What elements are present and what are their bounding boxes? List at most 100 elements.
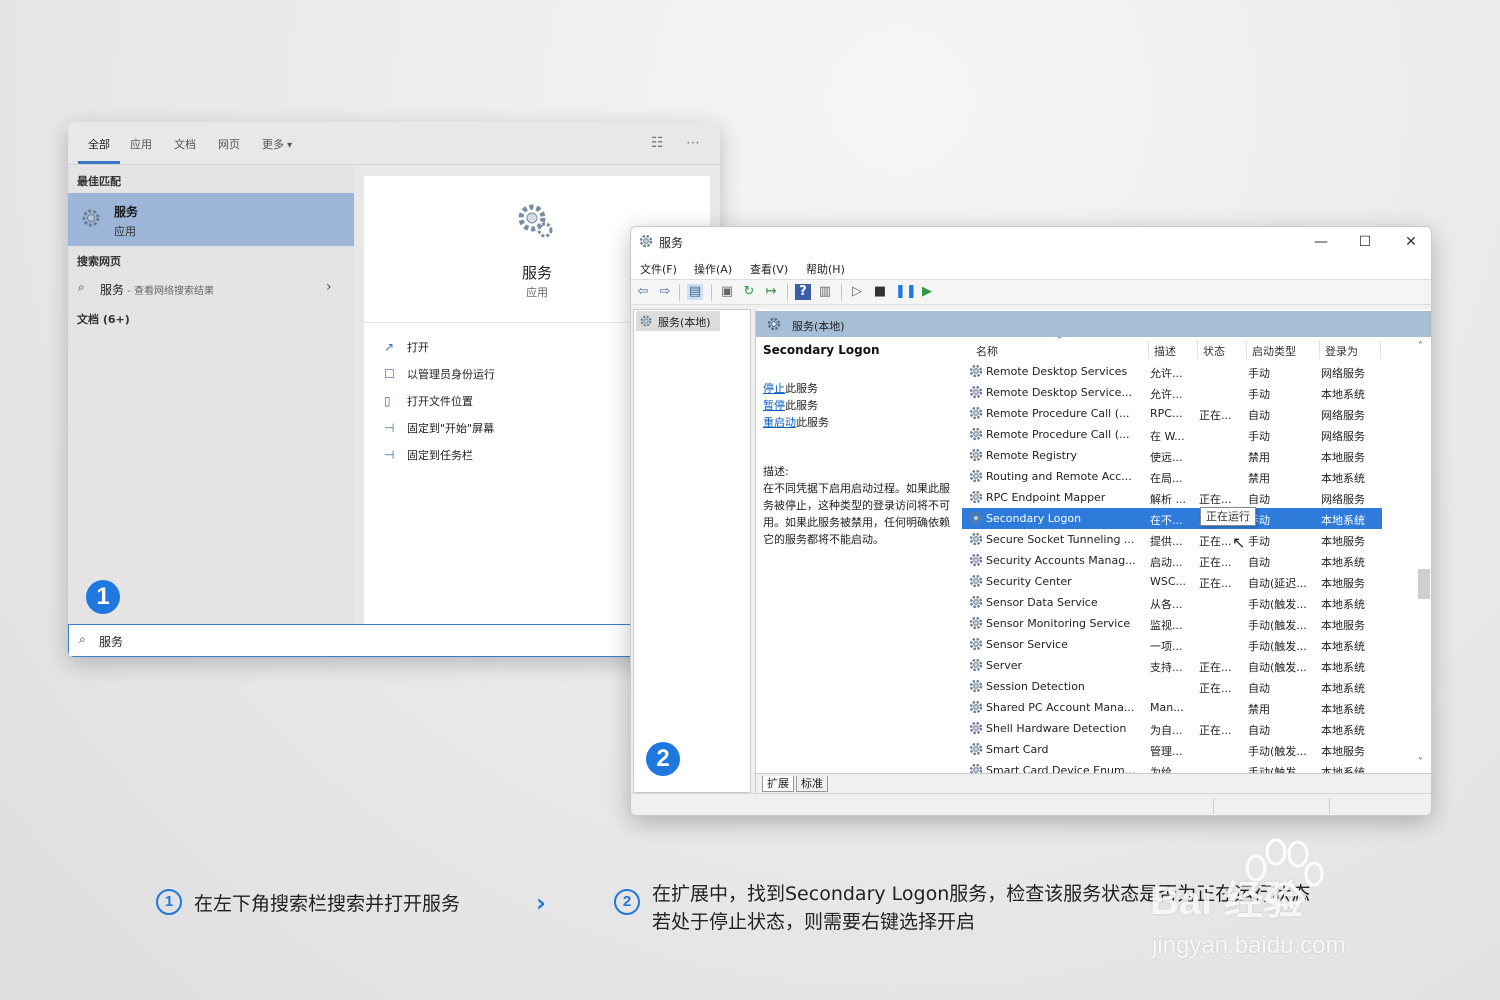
table-row[interactable]: Remote Desktop Services 允许... 手动 网络服务 xyxy=(962,361,1382,382)
tab-more[interactable]: 更多 xyxy=(262,136,292,152)
table-row[interactable]: Shell Hardware Detection 为自... 正在... 自动 本地系统 xyxy=(962,718,1382,739)
table-row[interactable]: Routing and Remote Acc... 在局... 禁用 本地系统 xyxy=(962,466,1382,487)
stop-service-row: 停止此服务 xyxy=(763,380,818,396)
table-row[interactable]: Security Center WSC... 正在... 自动(延迟... 本地服务 xyxy=(962,571,1382,592)
stop-service-link[interactable]: 停止 xyxy=(763,382,785,395)
shield-icon: ☐ xyxy=(384,367,395,381)
table-row[interactable]: Remote Procedure Call (... 在 W... 手动 网络服务 xyxy=(962,424,1382,445)
pause-service-link[interactable]: 暂停 xyxy=(763,399,785,412)
menu-view[interactable]: 查看(V) xyxy=(750,261,788,277)
column-status[interactable]: 状态 xyxy=(1203,343,1225,359)
export-list-icon[interactable]: ↦ xyxy=(763,284,779,300)
service-startup-type-cell: 手动(触发... xyxy=(1248,619,1307,632)
tree-item-services-local[interactable]: 服务(本地) xyxy=(636,311,720,331)
search-input[interactable] xyxy=(99,630,399,652)
scroll-down-icon[interactable]: ˅ xyxy=(1418,757,1423,768)
restart-service-icon[interactable]: ▶ xyxy=(919,284,935,300)
refresh-icon[interactable]: ↻ xyxy=(741,284,757,300)
menu-help[interactable]: 帮助(H) xyxy=(806,261,845,277)
close-icon[interactable]: ✕ xyxy=(1391,231,1431,253)
service-startup-type-cell: 手动 xyxy=(1248,367,1270,380)
service-name-cell: Remote Desktop Service... xyxy=(986,386,1132,399)
table-row[interactable]: Smart Card 管理... 手动(触发... 本地服务 xyxy=(962,739,1382,760)
show-hide-action-pane-icon[interactable]: ▥ xyxy=(817,284,833,300)
stop-service-icon[interactable]: ■ xyxy=(872,284,888,300)
service-logon-cell: 本地系统 xyxy=(1321,556,1365,569)
web-search-result[interactable]: ⌕ 服务 - 查看网络搜索结果 › xyxy=(68,278,354,300)
tab-web[interactable]: 网页 xyxy=(218,136,240,152)
service-logon-cell: 网络服务 xyxy=(1321,367,1365,380)
service-name-cell: Security Accounts Manag... xyxy=(986,554,1136,567)
service-name-cell: Sensor Data Service xyxy=(986,596,1098,609)
vertical-scrollbar[interactable]: ˄ ˅ xyxy=(1416,341,1431,771)
documents-heading[interactable]: 文档 (6+) xyxy=(77,311,130,327)
console-tree-icon[interactable]: ▤ xyxy=(687,284,703,300)
more-options-icon[interactable]: ⋯ xyxy=(686,135,700,151)
open-icon: ↗ xyxy=(384,340,395,354)
action-pin-to-start[interactable]: ⊣ 固定到"开始"屏幕 xyxy=(384,420,494,440)
service-gear-icon xyxy=(968,636,984,652)
table-row[interactable]: Sensor Data Service 从各... 手动(触发... 本地系统 xyxy=(962,592,1382,613)
column-log-on-as[interactable]: 登录为 xyxy=(1325,343,1358,359)
table-row[interactable]: Security Accounts Manag... 启动... 正在... 自动 本地… xyxy=(962,550,1382,571)
minimize-icon[interactable]: — xyxy=(1301,231,1341,253)
best-match-item[interactable]: 服务 应用 xyxy=(68,193,354,246)
table-row[interactable]: Remote Registry 使远... 禁用 本地服务 xyxy=(962,445,1382,466)
service-description-cell: 为给... xyxy=(1150,766,1183,773)
chevron-right-icon[interactable]: › xyxy=(326,279,332,295)
tab-standard[interactable]: 标准 xyxy=(796,776,828,792)
column-description[interactable]: 描述 xyxy=(1154,343,1176,359)
pane-header: 服务(本地) xyxy=(756,311,1431,337)
search-icon: ⌕ xyxy=(78,280,85,294)
scroll-up-icon[interactable]: ˄ xyxy=(1418,341,1423,352)
maximize-icon[interactable]: ☐ xyxy=(1345,231,1385,253)
services-window: 服务 — ☐ ✕ 文件(F) 操作(A) 查看(V) 帮助(H) ⇦ ⇨ ▤ ▣… xyxy=(630,226,1432,816)
start-service-icon[interactable]: ▷ xyxy=(849,284,865,300)
column-startup-type[interactable]: 启动类型 xyxy=(1252,343,1296,359)
status-tooltip: 正在运行 xyxy=(1200,507,1256,526)
table-row[interactable]: Secure Socket Tunneling ... 提供... 正在... 手动本… xyxy=(962,529,1382,550)
scrollbar-thumb[interactable] xyxy=(1418,569,1430,599)
table-row[interactable]: Shared PC Account Mana... Man... 禁用 本地系统 xyxy=(962,697,1382,718)
services-list: ⌃ 名称 描述 状态 启动类型 登录为 Remote Desktop Servi… xyxy=(962,336,1431,773)
feedback-icon[interactable]: ☷ xyxy=(651,135,664,151)
service-gear-icon xyxy=(968,615,984,631)
tab-documents[interactable]: 文档 xyxy=(174,136,196,152)
table-row[interactable]: Sensor Service 一项... 手动(触发... 本地系统 xyxy=(962,634,1382,655)
menu-action[interactable]: 操作(A) xyxy=(694,261,732,277)
action-open[interactable]: ↗ 打开 xyxy=(384,339,429,359)
window-title: 服务 xyxy=(659,236,684,250)
table-row[interactable]: Server 支持... 正在... 自动(触发... 本地系统 xyxy=(962,655,1382,676)
restart-service-link[interactable]: 重启动 xyxy=(763,416,796,429)
table-row[interactable]: Secondary Logon 在不... 正在运行手动 本地系统 xyxy=(962,508,1382,529)
service-name-cell: Server xyxy=(986,659,1023,672)
service-startup-type-cell: 自动 xyxy=(1248,409,1270,422)
table-row[interactable]: RPC Endpoint Mapper 解析 ... 正在... 自动 网络服务 xyxy=(962,487,1382,508)
table-row[interactable]: Remote Desktop Service... 允许... 手动 本地系统 xyxy=(962,382,1382,403)
table-row[interactable]: Remote Procedure Call (... RPC... 正在... 自动 网… xyxy=(962,403,1382,424)
search-bar[interactable]: ⌕ xyxy=(68,624,720,657)
action-run-as-admin[interactable]: ☐ 以管理员身份运行 xyxy=(384,366,495,386)
action-open-file-location[interactable]: ▯ 打开文件位置 xyxy=(384,393,473,413)
column-name[interactable]: 名称 xyxy=(976,343,998,359)
service-startup-type-cell: 禁用 xyxy=(1248,472,1270,485)
tab-all[interactable]: 全部 xyxy=(88,136,110,152)
menu-file[interactable]: 文件(F) xyxy=(640,261,677,277)
service-status-cell: 正在... xyxy=(1199,577,1232,590)
service-gear-icon xyxy=(968,720,984,736)
tab-extended[interactable]: 扩展 xyxy=(762,776,794,792)
pause-service-icon[interactable]: ❚❚ xyxy=(895,284,917,300)
forward-icon[interactable]: ⇨ xyxy=(657,284,673,300)
table-row[interactable]: Session Detection 正在... 自动 本地系统 xyxy=(962,676,1382,697)
table-row[interactable]: Sensor Monitoring Service 监视... 手动(触发... 本地… xyxy=(962,613,1382,634)
table-row[interactable]: Smart Card Device Enum... 为给... 手动(触发... 本地… xyxy=(962,760,1382,773)
service-startup-type-cell: 手动 xyxy=(1248,535,1270,548)
watermark-logo: Bai 经验 xyxy=(1150,879,1304,923)
properties-icon[interactable]: ▣ xyxy=(719,284,735,300)
watermark-url: jingyan.baidu.com xyxy=(1152,932,1346,959)
back-icon[interactable]: ⇦ xyxy=(635,284,651,300)
tab-apps[interactable]: 应用 xyxy=(130,136,152,152)
services-gear-icon xyxy=(80,207,102,229)
action-pin-to-taskbar[interactable]: ⊣ 固定到任务栏 xyxy=(384,447,473,467)
help-icon[interactable]: ? xyxy=(795,284,811,300)
